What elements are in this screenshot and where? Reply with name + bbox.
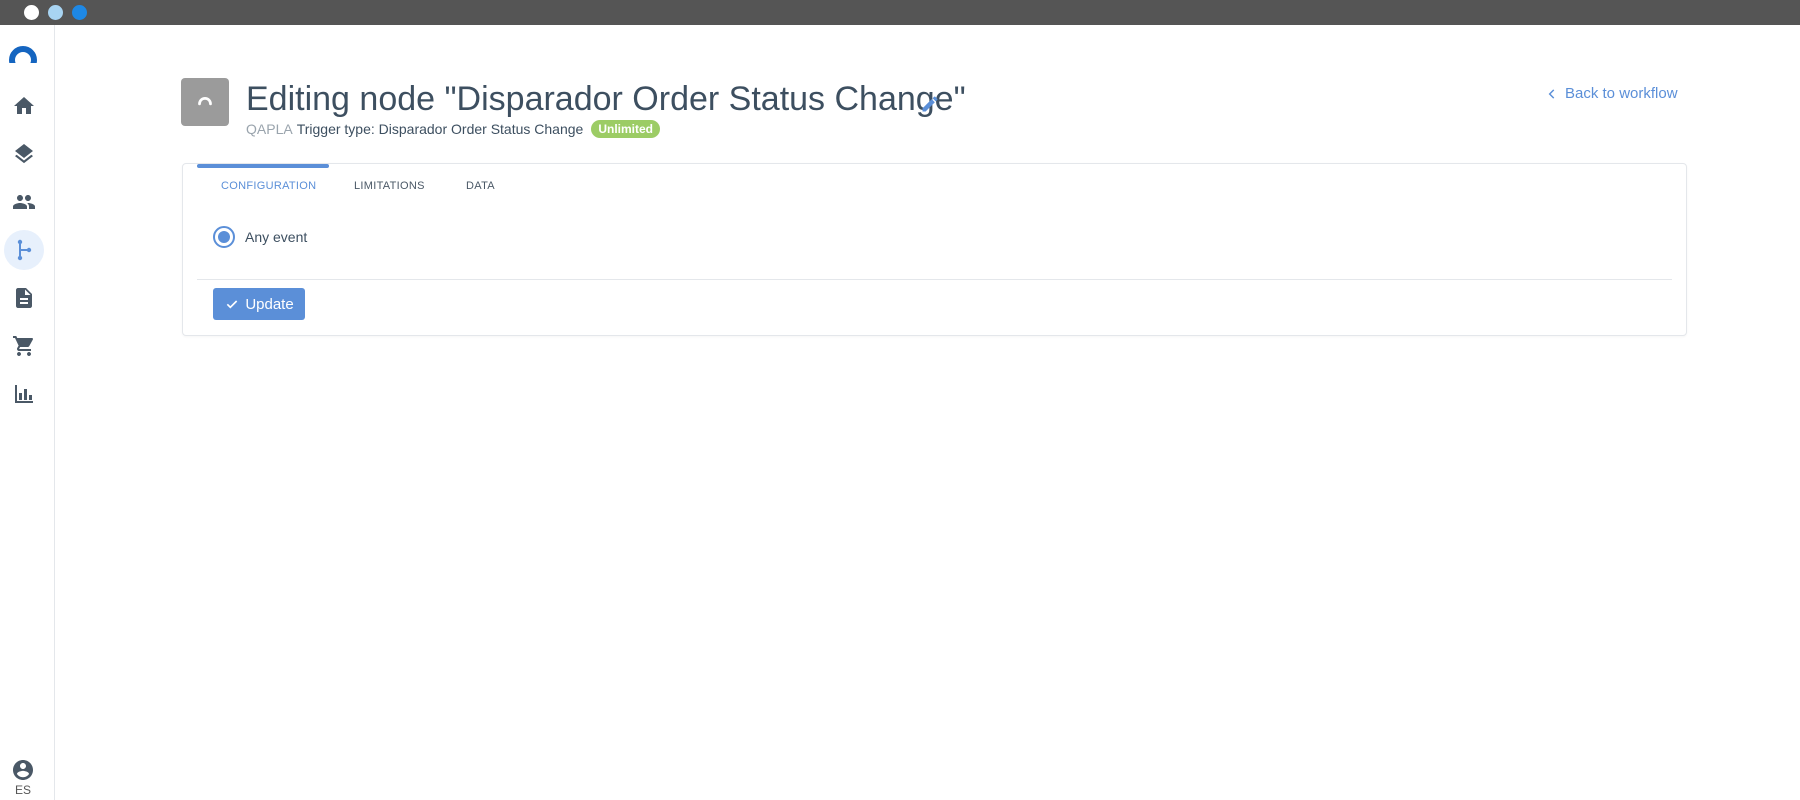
page-title: Editing node "Disparador Order Status Ch… (246, 80, 966, 118)
any-event-option[interactable]: Any event (213, 226, 307, 248)
tab-limitations[interactable]: LIMITATIONS (354, 180, 425, 192)
language-label[interactable]: ES (8, 783, 38, 797)
document-icon (16, 288, 32, 308)
window-maximize-button[interactable] (72, 5, 87, 20)
limit-badge: Unlimited (591, 120, 660, 138)
back-to-workflow-link[interactable]: Back to workflow (1545, 85, 1678, 102)
sidebar-item-documents[interactable] (4, 278, 44, 318)
sidebar: ES (0, 25, 55, 800)
trigger-type-label: Trigger type: Disparador Order Status Ch… (296, 121, 584, 137)
tab-configuration[interactable]: CONFIGURATION (221, 180, 316, 192)
window-titlebar (0, 0, 1800, 25)
pencil-icon (922, 96, 938, 112)
bar-chart-icon (15, 385, 33, 403)
workflow-icon (17, 239, 32, 261)
layers-icon (15, 144, 33, 164)
radio-selected-dot (218, 231, 230, 243)
app-logo-icon[interactable] (8, 45, 38, 63)
cart-icon (13, 336, 34, 356)
home-icon (14, 97, 34, 114)
update-button[interactable]: Update (213, 288, 305, 320)
card-divider (197, 279, 1672, 280)
window-close-button[interactable] (24, 5, 39, 20)
window-minimize-button[interactable] (48, 5, 63, 20)
edit-title-button[interactable] (920, 94, 940, 114)
users-icon (13, 195, 35, 209)
update-button-label: Update (245, 295, 294, 313)
active-tab-indicator (197, 164, 329, 168)
any-event-radio[interactable] (213, 226, 235, 248)
sidebar-item-orders[interactable] (4, 326, 44, 366)
node-config-card: CONFIGURATION LIMITATIONS DATA Any event… (182, 163, 1687, 336)
profile-menu[interactable]: ES (8, 758, 38, 797)
node-avatar (181, 78, 229, 126)
node-subtitle: QAPLA Trigger type: Disparador Order Sta… (246, 120, 660, 138)
check-icon (227, 300, 238, 309)
sidebar-item-users[interactable] (4, 182, 44, 222)
any-event-label: Any event (245, 229, 308, 245)
sidebar-item-workflows[interactable] (4, 230, 44, 270)
brand-label: QAPLA (246, 121, 293, 137)
trigger-node-icon (198, 97, 212, 106)
tab-data[interactable]: DATA (466, 180, 495, 192)
sidebar-item-reports[interactable] (4, 374, 44, 414)
account-circle-icon (13, 760, 33, 780)
sidebar-item-home[interactable] (4, 86, 44, 126)
sidebar-item-layers[interactable] (4, 134, 44, 174)
chevron-left-icon (1548, 88, 1555, 99)
back-link-label: Back to workflow (1565, 85, 1678, 102)
